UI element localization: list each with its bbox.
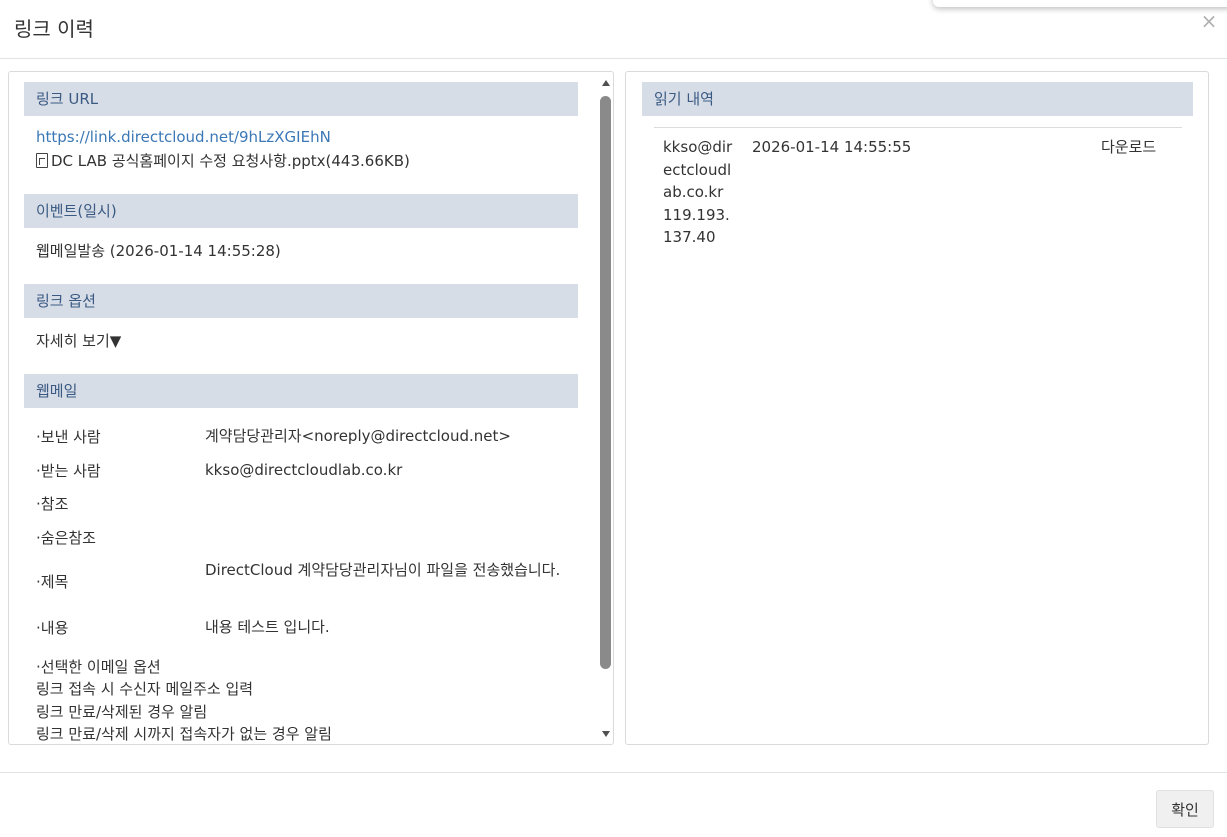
sender-value: 계약담당관리자<noreply@directcloud.net> (205, 427, 511, 445)
section-header-webmail: 웹메일 (24, 374, 578, 408)
recipient-value: kkso@directcloudlab.co.kr (205, 461, 403, 479)
confirm-button[interactable]: 확인 (1156, 790, 1214, 828)
link-detail-panel: 링크 URL https://link.directcloud.net/9hLz… (8, 71, 614, 745)
reader-info: kkso@dir ectcloudl ab.co.kr 119.193. 137… (663, 136, 743, 249)
footer-divider (0, 772, 1227, 773)
attached-file: DC LAB 공식홈페이지 수정 요청사항.pptx(443.66KB) (36, 150, 410, 171)
email-option-item: 링크 만료/삭제 시까지 접속자가 없는 경우 알림 (36, 725, 332, 743)
recipient-label: ·받는 사람 (36, 462, 101, 480)
bcc-label: ·숨은참조 (36, 529, 96, 547)
cc-label: ·참조 (36, 495, 69, 513)
close-icon[interactable]: × (1200, 11, 1218, 31)
link-detail-scroll-area[interactable]: 링크 URL https://link.directcloud.net/9hLz… (9, 72, 599, 744)
content-label: ·내용 (36, 619, 69, 637)
reader-info-line: ab.co.kr (663, 183, 724, 201)
background-popup-edge (933, 0, 1227, 7)
subject-label: ·제목 (36, 573, 69, 591)
vertical-scrollbar[interactable] (598, 72, 613, 744)
reader-info-line: kkso@dir (663, 138, 733, 156)
file-name: DC LAB 공식홈페이지 수정 요청사항.pptx(443.66KB) (51, 152, 410, 170)
section-header-event: 이벤트(일시) (24, 194, 578, 228)
table-divider (654, 127, 1182, 128)
read-datetime: 2026-01-14 14:55:55 (752, 138, 912, 156)
details-toggle-link[interactable]: 자세히 보기▼ (36, 330, 121, 351)
email-option-item: 링크 접속 시 수신자 메일주소 입력 (36, 680, 254, 698)
reader-info-line: 137.40 (663, 228, 716, 246)
header-divider (0, 58, 1227, 59)
content-value: 내용 테스트 입니다. (205, 618, 330, 636)
scroll-up-arrow-icon[interactable] (602, 80, 610, 86)
read-history-panel: 읽기 내역 kkso@dir ectcloudl ab.co.kr 119.19… (625, 71, 1209, 745)
reader-info-line: ectcloudl (663, 160, 732, 179)
event-text: 웹메일발송 (2026-01-14 14:55:28) (36, 242, 281, 260)
section-header-link-options: 링크 옵션 (24, 284, 578, 318)
selected-email-options-title: ·선택한 이메일 옵션 (36, 658, 161, 676)
read-action: 다운로드 (1101, 138, 1157, 156)
scroll-down-arrow-icon[interactable] (602, 731, 610, 737)
sender-label: ·보낸 사람 (36, 428, 101, 446)
link-url[interactable]: https://link.directcloud.net/9hLzXGIEhN (36, 128, 331, 146)
section-header-read-history: 읽기 내역 (642, 82, 1193, 116)
subject-value: DirectCloud 계약담당관리자님이 파일을 전송했습니다. (205, 561, 561, 579)
modal-title: 링크 이력 (14, 17, 94, 41)
reader-info-line: 119.193. (663, 205, 730, 224)
email-option-item: 링크 만료/삭제된 경우 알림 (36, 703, 208, 721)
scrollbar-thumb[interactable] (600, 96, 611, 669)
file-icon (36, 153, 48, 168)
section-header-link-url: 링크 URL (24, 82, 578, 116)
